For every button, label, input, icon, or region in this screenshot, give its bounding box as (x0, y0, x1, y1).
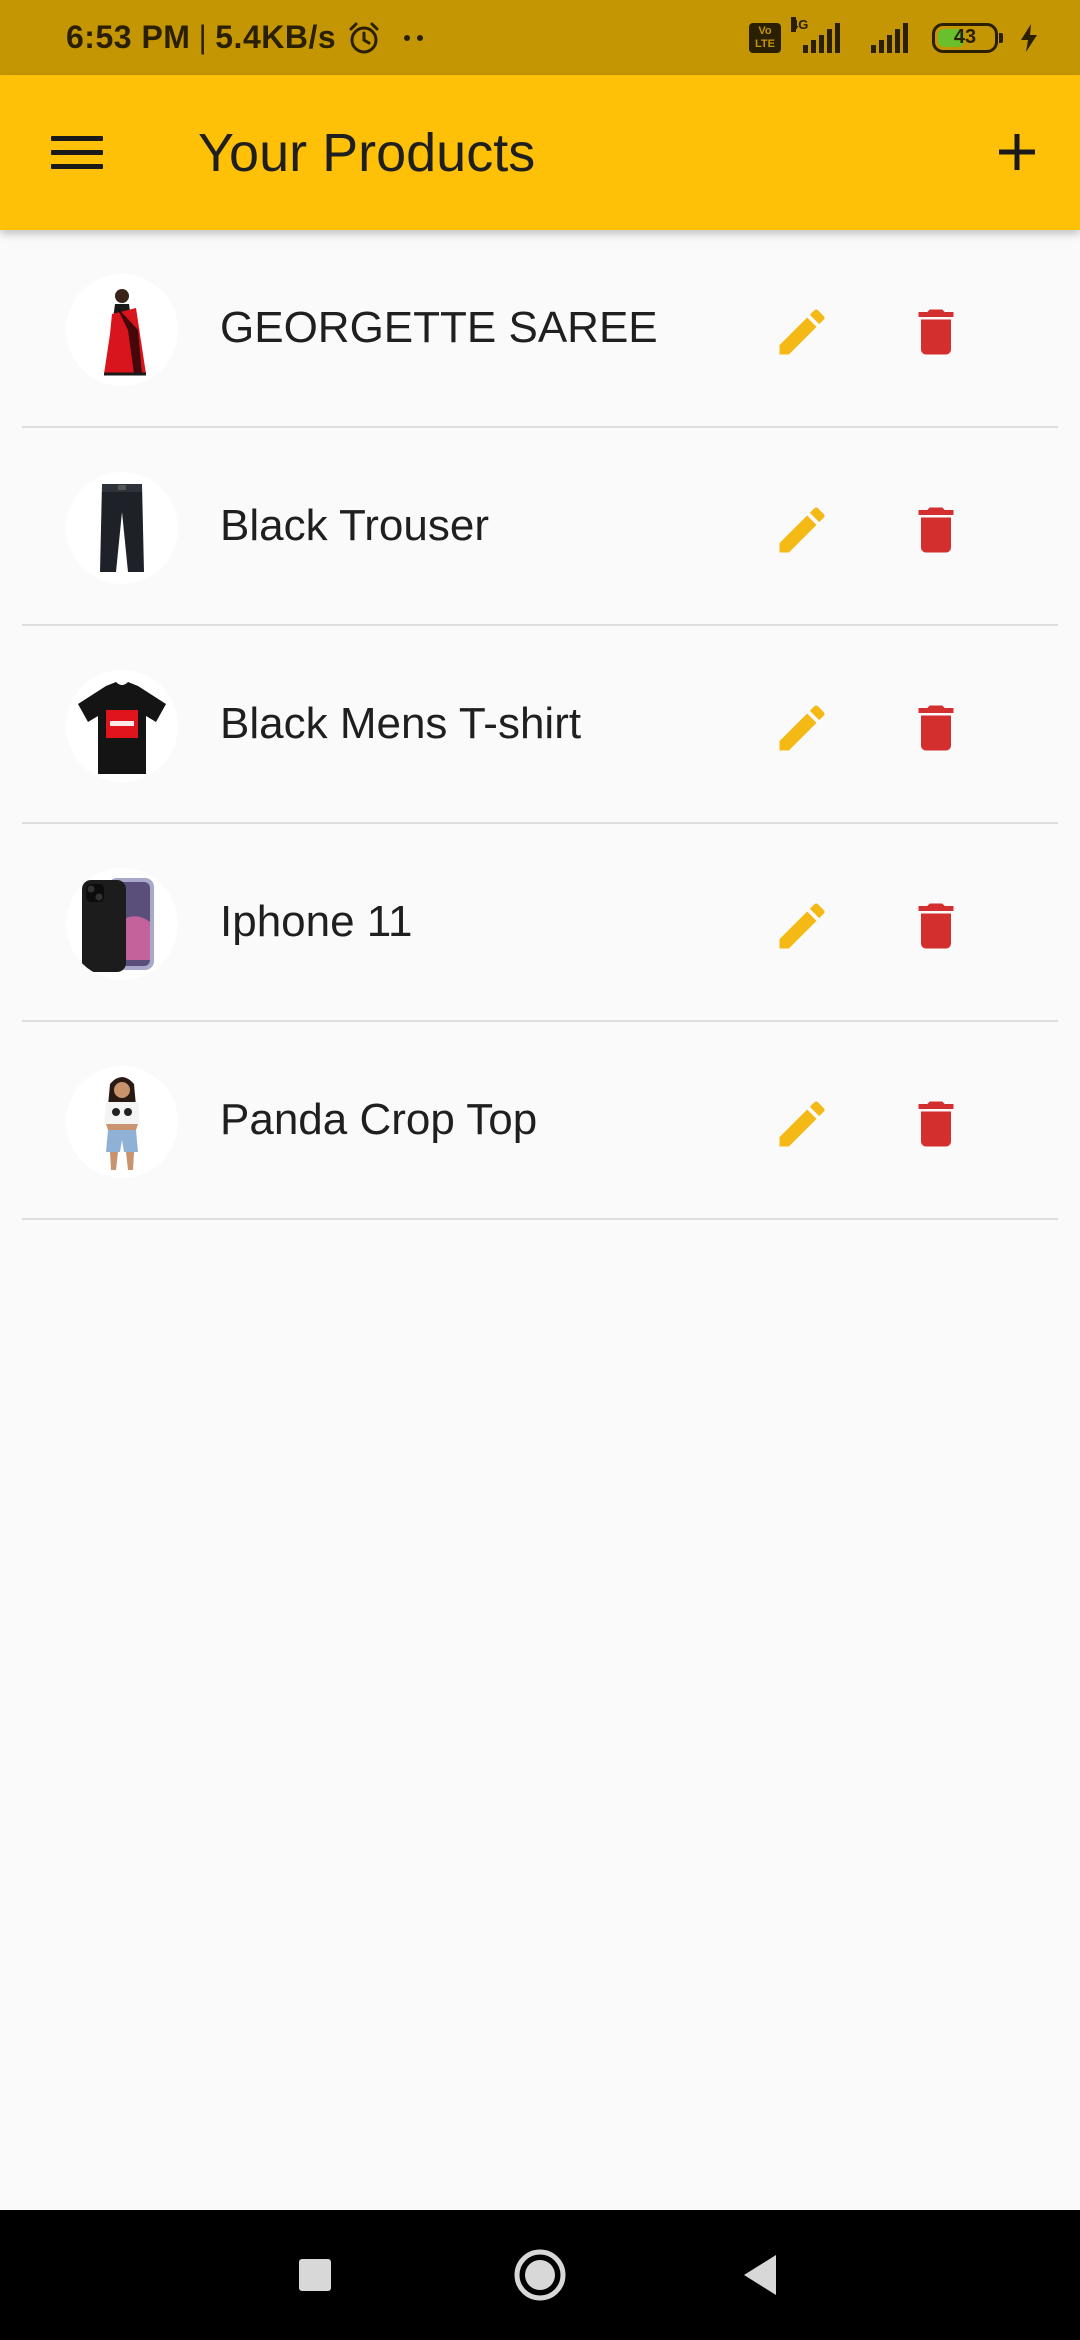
volte-top: Vo (758, 24, 772, 37)
delete-button[interactable] (896, 886, 976, 966)
status-bar: 6:53 PM | 5.4KB/s Vo LTE 4G 43 (0, 0, 1080, 75)
product-name: GEORGETTE SAREE (220, 303, 658, 352)
pencil-icon (779, 1101, 825, 1147)
list-item[interactable]: GEORGETTE SAREE (22, 230, 1058, 428)
notification-dots-icon (404, 34, 424, 41)
status-separator: | (198, 19, 208, 55)
edit-button[interactable] (762, 1084, 842, 1164)
edit-button[interactable] (762, 886, 842, 966)
edit-button[interactable] (762, 292, 842, 372)
battery-icon: 43 (932, 22, 1003, 53)
edit-button[interactable] (762, 688, 842, 768)
status-right: Vo LTE 4G 43 (749, 16, 1040, 53)
volte-icon: Vo LTE (749, 22, 781, 53)
add-product-button[interactable] (982, 119, 1052, 185)
pencil-icon (779, 903, 825, 949)
pencil-icon (779, 507, 825, 553)
circle-icon (514, 2249, 566, 2301)
product-name: Black Mens T-shirt (220, 699, 582, 748)
list-item[interactable]: Iphone 11 (22, 824, 1058, 1022)
page-title: Your Products (198, 123, 536, 183)
plus-icon (999, 134, 1035, 170)
menu-button[interactable] (40, 119, 114, 185)
battery-level: 43 (953, 26, 977, 48)
square-icon (299, 2259, 331, 2291)
back-button[interactable] (720, 2235, 800, 2315)
delete-button[interactable] (896, 1084, 976, 1164)
trash-icon (918, 1101, 954, 1147)
croptop-image (66, 1066, 178, 1178)
list-item[interactable]: Black Mens T-shirt (22, 626, 1058, 824)
alarm-icon (349, 22, 379, 53)
trouser-image (66, 472, 178, 584)
product-name: Panda Crop Top (220, 1095, 538, 1144)
phone-image (66, 868, 178, 980)
network-speed: 5.4KB/s (215, 19, 337, 55)
network-type: 4G (791, 16, 809, 32)
tshirt-image (66, 670, 178, 782)
delete-button[interactable] (896, 688, 976, 768)
recents-button[interactable] (275, 2235, 355, 2315)
status-left: 6:53 PM | 5.4KB/s (66, 19, 424, 56)
product-name: Black Trouser (220, 501, 489, 550)
system-nav-bar (0, 2210, 1080, 2340)
signal-icon (871, 22, 908, 53)
delete-button[interactable] (896, 292, 976, 372)
home-button[interactable] (500, 2235, 580, 2315)
triangle-back-icon (744, 2255, 776, 2295)
edit-button[interactable] (762, 490, 842, 570)
trash-icon (918, 507, 954, 553)
status-time: 6:53 PM (66, 19, 191, 55)
list-item[interactable]: Black Trouser (22, 428, 1058, 626)
list-item[interactable]: Panda Crop Top (22, 1022, 1058, 1220)
pencil-icon (779, 705, 825, 751)
pencil-icon (779, 309, 825, 355)
menu-icon (51, 135, 103, 141)
signal-4g-icon: 4G (791, 16, 853, 53)
trash-icon (918, 309, 954, 355)
saree-image (66, 274, 178, 386)
volte-bottom: LTE (755, 37, 775, 50)
app-bar: Your Products (0, 75, 1080, 230)
product-list: GEORGETTE SAREE Black Trouser Black Mens… (0, 230, 1080, 1220)
trash-icon (918, 705, 954, 751)
trash-icon (918, 903, 954, 949)
charging-bolt-icon (1021, 23, 1037, 52)
product-name: Iphone 11 (220, 897, 413, 946)
delete-button[interactable] (896, 490, 976, 570)
